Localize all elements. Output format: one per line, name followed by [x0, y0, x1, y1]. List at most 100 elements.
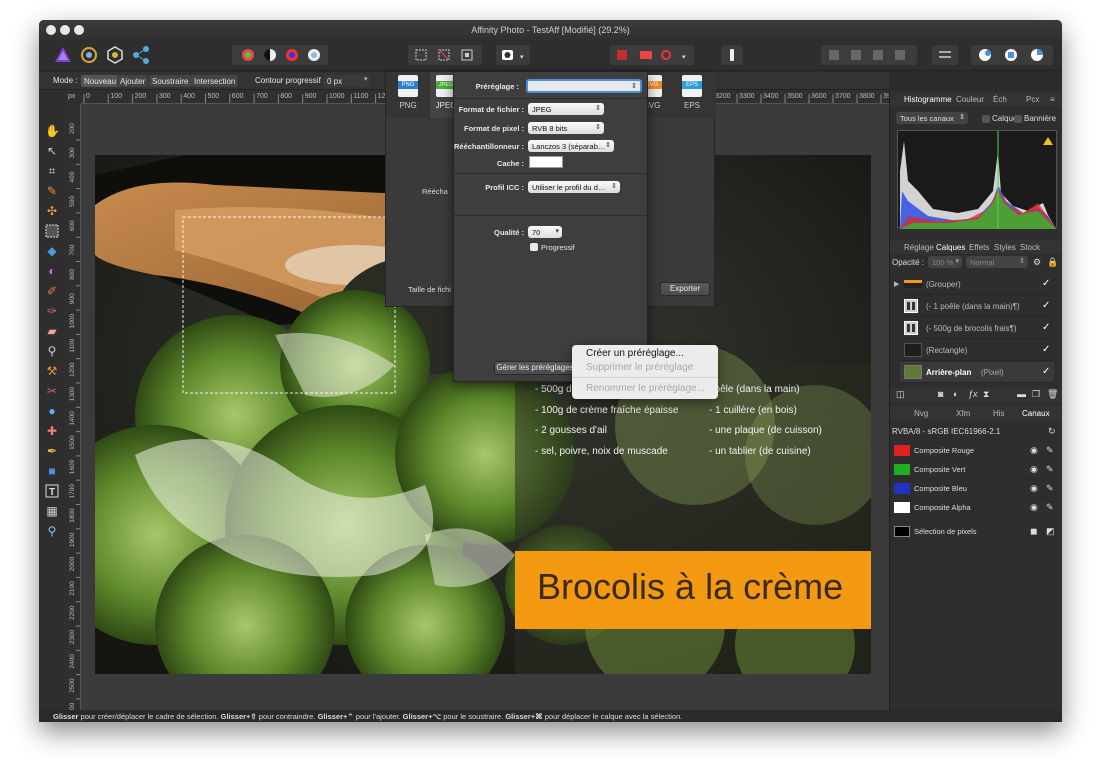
pen-tool-icon[interactable]: ✒ [45, 444, 59, 458]
menu-item-delete-preset[interactable]: Supprimer le préréglage [586, 362, 693, 373]
tab-histogram[interactable]: Histogramme [904, 95, 952, 104]
format-tab-eps[interactable]: EPS EPS [676, 75, 708, 117]
layers-stack-icon[interactable]: ◫ [896, 389, 905, 400]
export-button[interactable]: Exporter [660, 282, 710, 296]
banner-checkbox[interactable] [1014, 115, 1022, 123]
eye-icon[interactable]: ◉ [1030, 445, 1038, 456]
mesh-warp-tool-icon[interactable]: ▦ [45, 504, 59, 518]
mode-intersect-button[interactable]: Intersection [191, 75, 239, 87]
selection-buttons-group[interactable] [408, 45, 482, 65]
studio-buttons-group[interactable] [971, 45, 1053, 65]
eye-icon[interactable]: ◉ [1030, 464, 1038, 475]
eraser-tool-icon[interactable]: ▰ [45, 324, 59, 338]
layer-row-text[interactable]: (- 1 poêle (dans la main)¶) ✓ [900, 296, 1054, 317]
mode-subtract-button[interactable]: Soustraire [149, 75, 192, 87]
tab-navigator[interactable]: Nvg [914, 409, 928, 418]
tab-swatches[interactable]: Éch [993, 95, 1007, 104]
feather-dropdown-icon[interactable]: ▾ [364, 75, 368, 83]
eye-icon[interactable]: ◉ [1030, 483, 1038, 494]
lock-icon[interactable]: 🔒 [1047, 257, 1058, 268]
mode-add-button[interactable]: Ajouter [117, 75, 149, 87]
quality-input[interactable]: 70 ▾ [528, 226, 562, 238]
layer-row-background[interactable]: Arrière-plan (Pixel) ✓ [900, 362, 1054, 383]
file-format-select[interactable]: JPEG ⇕ [528, 103, 604, 115]
channel-row-red[interactable]: Composite Rouge ◉ ✎ [890, 442, 1062, 460]
layer-row-rectangle[interactable]: (Rectangle) ✓ [900, 340, 1054, 361]
marquee-tool-icon[interactable] [45, 224, 59, 238]
manage-presets-button[interactable]: Gérer les préréglages [494, 361, 576, 375]
matte-color-swatch[interactable] [529, 156, 563, 168]
layer-row-group[interactable]: ▶ (Grouper) ✓ [894, 274, 1054, 295]
panel-menu-icon[interactable]: ≡ [1050, 95, 1055, 104]
hand-tool-icon[interactable]: ✋ [45, 124, 60, 138]
selection-brush-tool-icon[interactable]: ✑ [45, 304, 59, 318]
fill-tool-icon[interactable]: ◆ [45, 244, 59, 258]
folder-icon[interactable]: ▬ [1017, 389, 1026, 399]
icc-profile-select[interactable]: Utiliser le profil du d… ⇕ [528, 181, 620, 193]
clone-tool-icon[interactable]: ⚒ [45, 364, 59, 378]
move-tool-icon[interactable]: ↖ [45, 144, 59, 158]
align-button[interactable] [932, 45, 958, 65]
tab-stock[interactable]: Stock [1020, 243, 1040, 252]
channel-row-alpha[interactable]: Composite Alpha ◉ ✎ [890, 499, 1062, 517]
visibility-check-icon[interactable]: ✓ [1042, 322, 1050, 333]
develop-persona-icon[interactable] [105, 45, 125, 65]
channel-row-pixel-selection[interactable]: Sélection de pixels ◼ ◩ [890, 523, 1062, 541]
blur-tool-icon[interactable]: ● [45, 404, 59, 418]
live-filter-icon[interactable]: ⧗ [983, 389, 989, 400]
progressive-checkbox[interactable] [530, 243, 538, 251]
edit-pencil-icon[interactable]: ✎ [1046, 483, 1054, 494]
visibility-check-icon[interactable]: ✓ [1042, 300, 1050, 311]
quick-mask-button[interactable]: ▾ [496, 45, 530, 65]
channel-select[interactable]: Tous les canaux ⇕ [896, 112, 968, 124]
edit-pencil-icon[interactable]: ✎ [1046, 464, 1054, 475]
pixel-format-select[interactable]: RVB 8 bits ⇕ [528, 122, 604, 134]
menu-item-rename-preset[interactable]: Renommer le préréglage... [586, 383, 705, 394]
flood-select-tool-icon[interactable]: ✣ [45, 204, 59, 218]
tab-transform[interactable]: Xfm [956, 409, 970, 418]
color-picker-tool-icon[interactable]: ✎ [45, 184, 59, 198]
mode-new-button[interactable]: Nouveau [81, 75, 120, 87]
tab-channels[interactable]: Canaux [1022, 409, 1050, 418]
tab-brushes[interactable]: Pcx [1026, 95, 1039, 104]
visibility-check-icon[interactable]: ✓ [1042, 278, 1050, 289]
close-window-button[interactable] [46, 25, 56, 35]
tab-layers[interactable]: Calques [936, 243, 965, 252]
gradient-tool-icon[interactable]: ◐ [45, 264, 59, 278]
preset-select[interactable]: ⇕ [526, 79, 642, 93]
export-persona-icon[interactable] [131, 45, 151, 65]
expand-arrow-icon[interactable]: ▶ [894, 280, 899, 288]
square-toggle-icon[interactable]: ◼ [1030, 526, 1037, 537]
minimize-window-button[interactable] [60, 25, 70, 35]
settings-gear-icon[interactable]: ⚙ [1033, 257, 1041, 268]
paint-brush-tool-icon[interactable]: ✐ [45, 284, 59, 298]
edit-pencil-icon[interactable]: ✎ [1046, 445, 1054, 456]
crop-tool-icon[interactable]: ⌗ [45, 164, 59, 178]
trash-icon[interactable]: 🗑 [1047, 389, 1058, 400]
zoom-tool-icon[interactable]: ⚲ [45, 524, 59, 538]
tab-adjustment[interactable]: Réglage [904, 243, 934, 252]
tab-styles[interactable]: Styles [994, 243, 1016, 252]
arrange-buttons-group[interactable] [821, 45, 917, 65]
shape-tool-icon[interactable]: ■ [45, 464, 59, 478]
layer-checkbox[interactable] [982, 115, 990, 123]
red-eye-tool-icon[interactable]: ✂ [45, 384, 59, 398]
channel-row-blue[interactable]: Composite Bleu ◉ ✎ [890, 480, 1062, 498]
format-tab-png[interactable]: PNG PNG [392, 75, 424, 117]
tab-color[interactable]: Couleur [956, 95, 984, 104]
edit-pencil-icon[interactable]: ✎ [1046, 502, 1054, 513]
eye-icon[interactable]: ◉ [1030, 502, 1038, 513]
tab-effects[interactable]: Effets [969, 243, 989, 252]
menu-item-create-preset[interactable]: Créer un préréglage... [586, 348, 684, 359]
layer-row-text[interactable]: (- 500g de brocolis frais¶) ✓ [900, 318, 1054, 339]
text-tool-icon[interactable]: T [45, 484, 59, 498]
zoom-window-button[interactable] [74, 25, 84, 35]
blend-mode-select[interactable]: Normal ⇕ [966, 256, 1028, 268]
photo-persona-icon[interactable] [53, 45, 73, 65]
mask-icon[interactable]: ◙ [938, 389, 943, 399]
opacity-input[interactable]: 100 % ▾ [928, 256, 962, 268]
duplicate-icon[interactable]: ❐ [1032, 389, 1040, 400]
snapping-buttons-group[interactable]: ▾ [610, 45, 694, 65]
tab-history[interactable]: His [993, 409, 1005, 418]
context-toolbar-toggle[interactable] [721, 45, 743, 65]
